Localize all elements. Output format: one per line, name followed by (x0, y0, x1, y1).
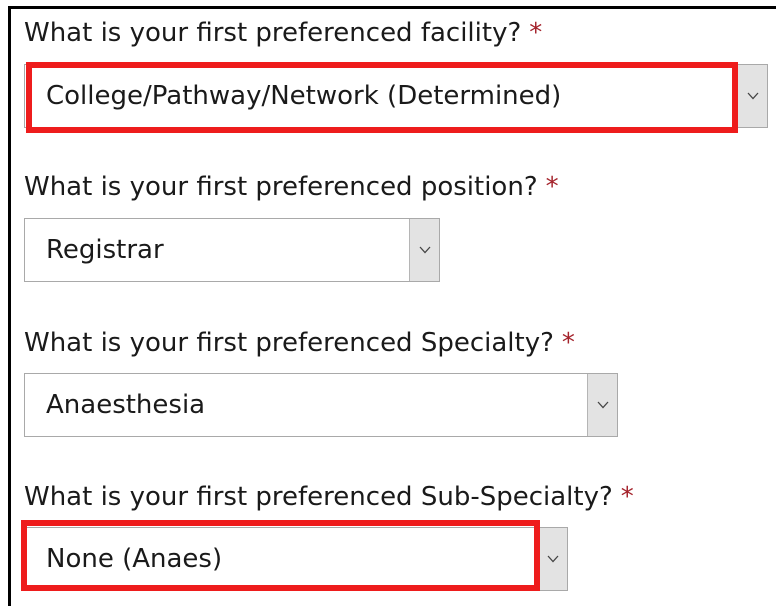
chevron-down-icon (747, 92, 758, 100)
sub-specialty-selected-value: None (Anaes) (46, 544, 223, 574)
chevron-down-icon (547, 555, 558, 563)
specialty-selected-value: Anaesthesia (46, 390, 206, 420)
sub-specialty-label-text: What is your first preferenced Sub-Speci… (24, 482, 613, 512)
position-label-text: What is your first preferenced position? (24, 172, 538, 202)
sub-specialty-label: What is your first preferenced Sub-Speci… (24, 480, 634, 514)
position-dropdown-button[interactable] (409, 219, 439, 281)
facility-select[interactable]: College/Pathway/Network (Determined) (24, 64, 768, 128)
required-marker: * (620, 482, 634, 512)
sub-specialty-dropdown-button[interactable] (537, 528, 567, 590)
sub-specialty-select[interactable]: None (Anaes) (24, 527, 568, 591)
specialty-dropdown-button[interactable] (587, 374, 617, 436)
required-marker: * (529, 18, 543, 48)
position-selected-value: Registrar (46, 235, 164, 265)
specialty-select[interactable]: Anaesthesia (24, 373, 618, 437)
required-marker: * (561, 328, 575, 358)
facility-label-text: What is your first preferenced facility? (24, 18, 522, 48)
position-label: What is your first preferenced position?… (24, 170, 559, 204)
chevron-down-icon (597, 401, 608, 409)
facility-dropdown-button[interactable] (737, 65, 767, 127)
chevron-down-icon (419, 246, 430, 254)
facility-label: What is your first preferenced facility?… (24, 16, 542, 50)
specialty-label-text: What is your first preferenced Specialty… (24, 328, 554, 358)
specialty-label: What is your first preferenced Specialty… (24, 326, 575, 360)
required-marker: * (545, 172, 559, 202)
position-select[interactable]: Registrar (24, 218, 440, 282)
facility-selected-value: College/Pathway/Network (Determined) (46, 81, 562, 111)
